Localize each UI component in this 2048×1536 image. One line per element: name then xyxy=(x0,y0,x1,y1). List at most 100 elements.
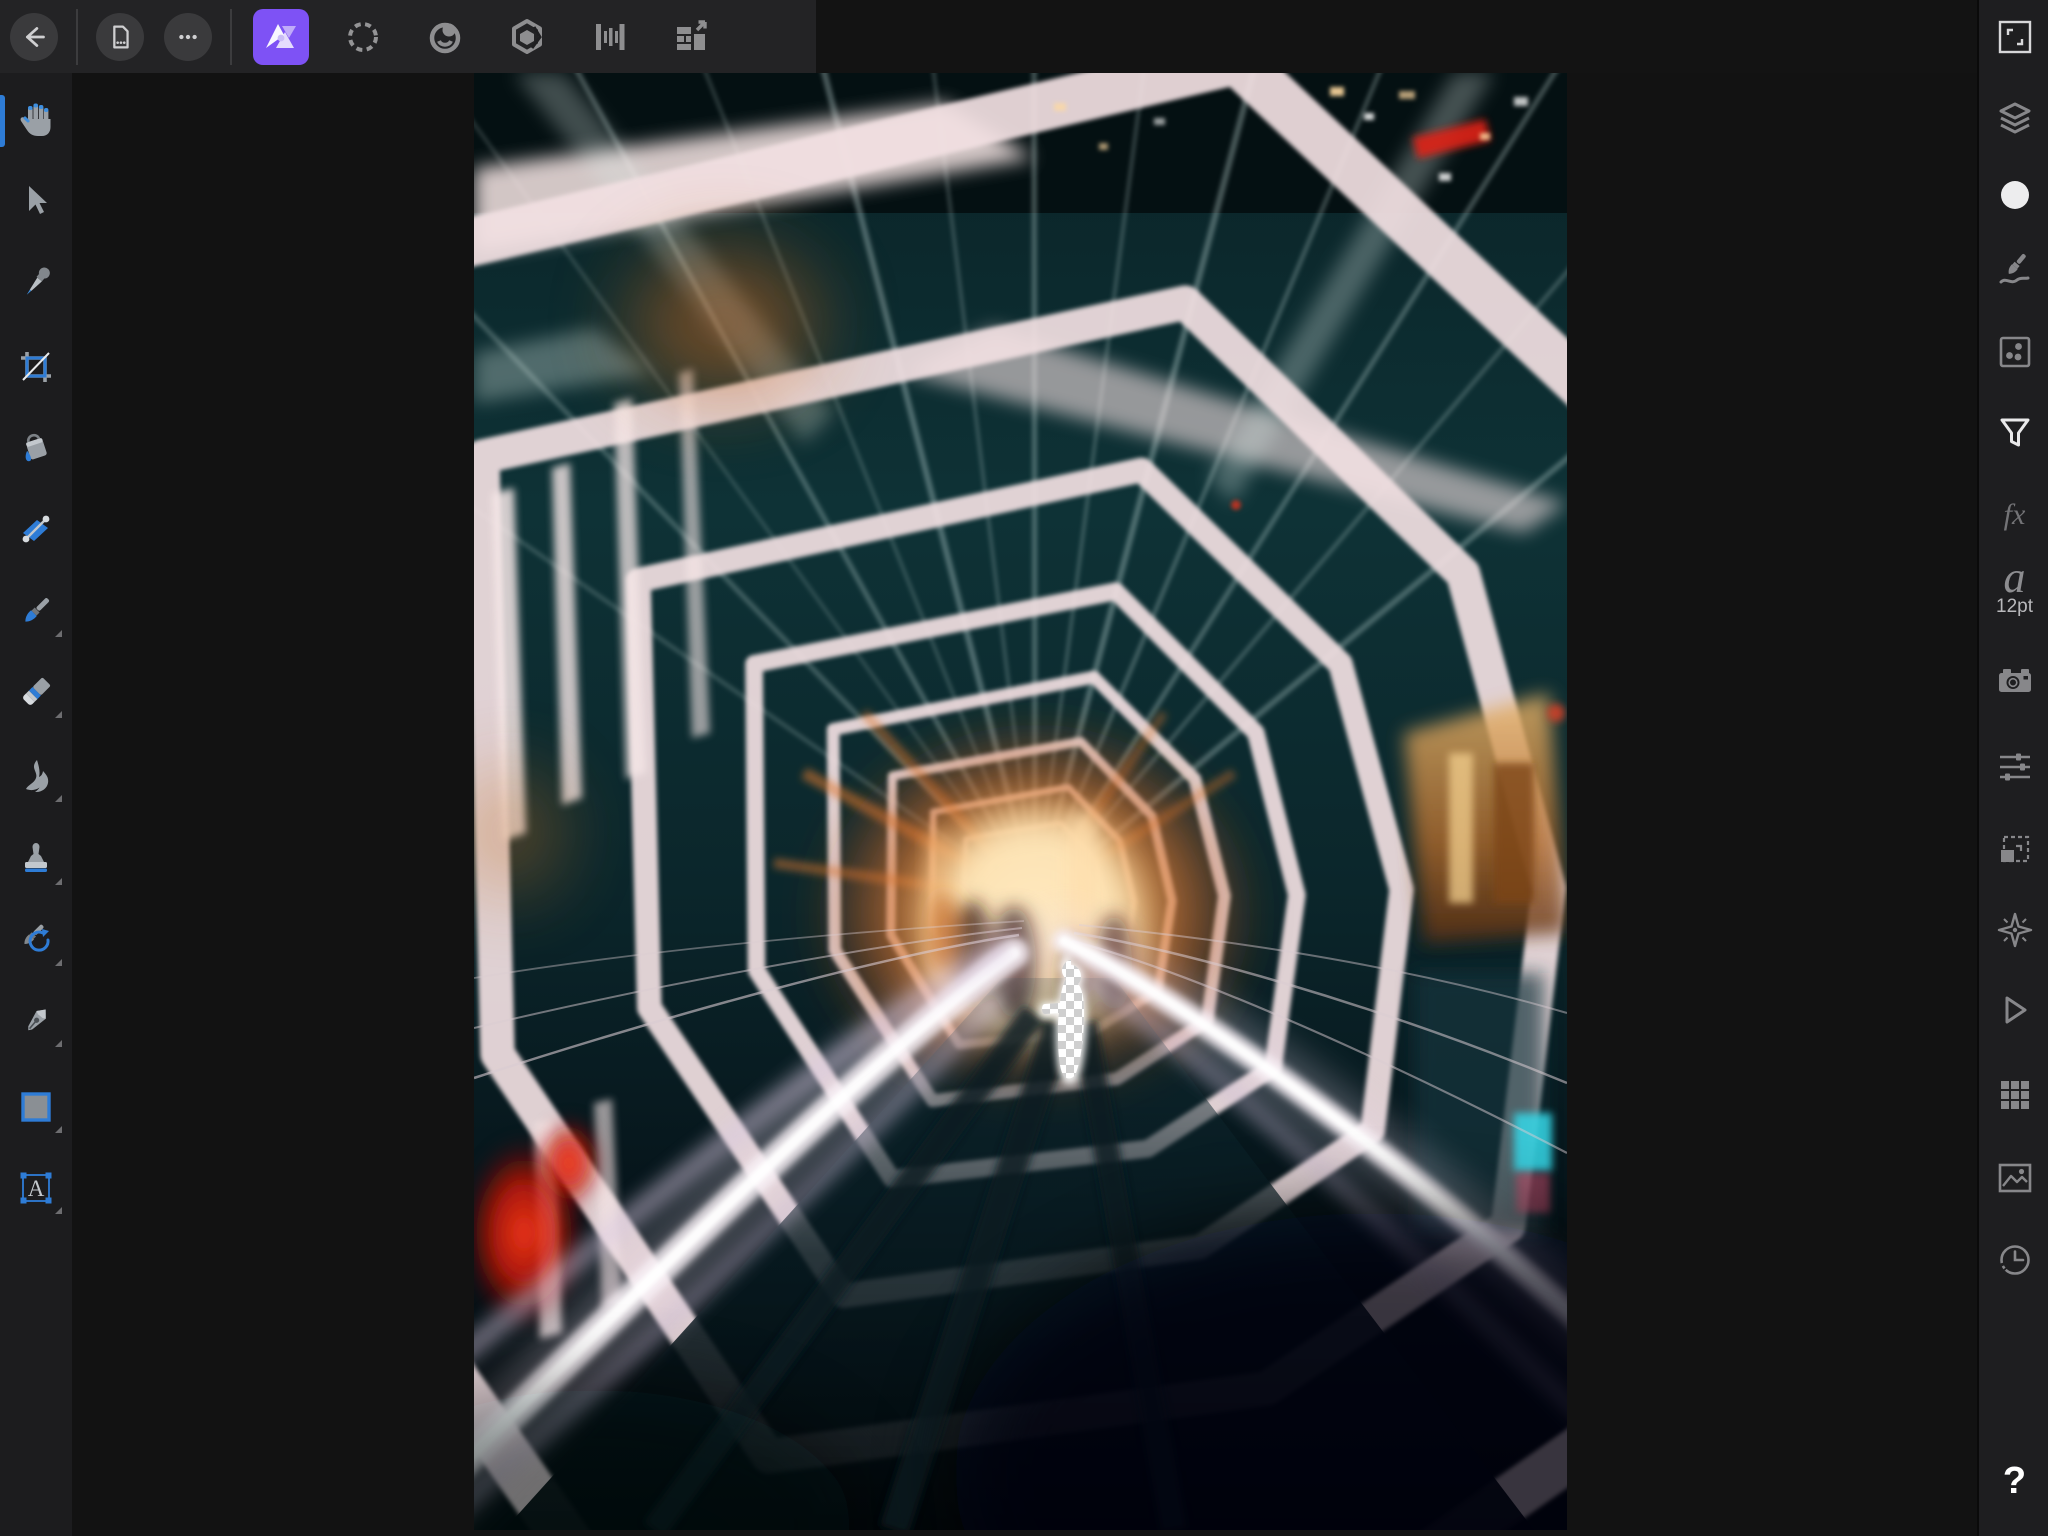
persona-photo[interactable] xyxy=(253,9,309,65)
persona-liquify[interactable] xyxy=(417,9,473,65)
navigator-star-icon xyxy=(1993,908,2037,952)
tool-gradient[interactable] xyxy=(8,502,64,558)
crop-frame-icon xyxy=(15,346,57,388)
top-toolbar xyxy=(0,0,816,73)
eyedropper-icon xyxy=(15,262,57,304)
flyout-indicator xyxy=(55,1040,62,1047)
persona-export[interactable] xyxy=(663,9,719,65)
type-size-label: 12pt xyxy=(1996,597,2033,616)
sliders-icon xyxy=(1994,746,2036,788)
orange-glow-upper-left xyxy=(629,248,819,398)
hand-icon xyxy=(15,99,57,141)
more-options-button[interactable] xyxy=(164,13,212,61)
photo-artwork xyxy=(474,73,1567,1530)
panel-swatches-grid[interactable] xyxy=(1992,1072,2038,1118)
clock-icon xyxy=(1994,1239,2036,1281)
ellipsis-icon xyxy=(171,20,205,54)
flyout-indicator xyxy=(55,1207,62,1214)
help-label: ? xyxy=(2003,1460,2026,1503)
panel-text-styles[interactable]: a 12pt xyxy=(1992,565,2038,611)
camera-icon xyxy=(1994,661,2036,703)
canvas-area[interactable] xyxy=(72,73,1977,1536)
flyout-indicator xyxy=(55,959,62,966)
corner-brackets-icon xyxy=(1996,18,2034,56)
tool-flood-fill[interactable] xyxy=(8,421,64,477)
canvas-bounds-button[interactable] xyxy=(1992,14,2038,60)
toolbar-divider xyxy=(76,9,78,65)
layers-icon xyxy=(1994,99,2036,141)
adjustments-icon xyxy=(1994,331,2036,373)
flyout-indicator xyxy=(55,711,62,718)
persona-tone-mapping[interactable] xyxy=(581,9,637,65)
brush-wave-icon xyxy=(1994,249,2036,291)
history-brush-icon xyxy=(15,919,57,961)
panel-layers[interactable] xyxy=(1992,97,2038,143)
affinity-photo-logo-icon xyxy=(258,14,304,60)
panel-layer-effects[interactable]: fx xyxy=(1992,492,2038,538)
play-icon xyxy=(1994,989,2036,1031)
liquify-blob-icon xyxy=(425,17,465,57)
paint-bucket-icon xyxy=(15,428,57,470)
panel-adjustments[interactable] xyxy=(1992,329,2038,375)
tool-color-picker[interactable] xyxy=(8,255,64,311)
eraser-icon xyxy=(15,671,57,713)
text-frame-icon: A xyxy=(15,1167,57,1209)
panel-color[interactable] xyxy=(1992,172,2038,218)
tool-erase[interactable] xyxy=(8,664,64,720)
type-glyph: a xyxy=(2004,560,2026,595)
panel-filters[interactable] xyxy=(1992,410,2038,456)
panel-history[interactable] xyxy=(1992,1237,2038,1283)
transform-icon xyxy=(1994,829,2036,871)
brush-icon xyxy=(15,590,57,632)
document-menu-button[interactable] xyxy=(96,13,144,61)
persona-selections[interactable] xyxy=(335,9,391,65)
export-layout-icon xyxy=(671,17,711,57)
tool-crop[interactable] xyxy=(8,339,64,395)
gradient-line-icon xyxy=(15,509,57,551)
tool-pen[interactable] xyxy=(8,993,64,1049)
toolbar-divider xyxy=(230,9,232,65)
fx-label: fx xyxy=(2004,498,2026,532)
persona-develop[interactable] xyxy=(499,9,555,65)
tool-view[interactable] xyxy=(8,92,64,148)
dashed-circle-icon xyxy=(343,17,383,57)
pen-nib-icon xyxy=(15,1000,57,1042)
tone-bars-icon xyxy=(589,17,629,57)
flyout-indicator xyxy=(55,878,62,885)
flyout-indicator xyxy=(55,1126,62,1133)
panel-transform[interactable] xyxy=(1992,827,2038,873)
help-button[interactable]: ? xyxy=(1992,1458,2038,1504)
flame-icon xyxy=(15,755,57,797)
tool-undo-brush[interactable] xyxy=(8,912,64,968)
tool-blur-smudge[interactable] xyxy=(8,748,64,804)
rectangle-icon xyxy=(15,1086,57,1128)
tool-text[interactable]: A xyxy=(8,1160,64,1216)
panel-stock-images[interactable] xyxy=(1992,1155,2038,1201)
svg-text:A: A xyxy=(28,1176,45,1201)
tools-toolbar: A xyxy=(0,73,72,1536)
photo-document[interactable] xyxy=(474,73,1567,1530)
flyout-indicator xyxy=(55,795,62,802)
document-icon xyxy=(103,20,137,54)
funnel-icon xyxy=(1994,412,2036,454)
develop-hexagon-icon xyxy=(507,17,547,57)
tool-paint-brush[interactable] xyxy=(8,583,64,639)
cursor-arrow-icon xyxy=(15,180,57,222)
flyout-indicator xyxy=(55,630,62,637)
selected-tool-indicator xyxy=(0,95,5,147)
back-button[interactable] xyxy=(10,13,58,61)
image-icon xyxy=(1994,1157,2036,1199)
panel-brushes[interactable] xyxy=(1992,247,2038,293)
tool-clone-stamp[interactable] xyxy=(8,831,64,887)
studio-sidebar: fx a 12pt xyxy=(1977,0,2048,1536)
tool-shape-rectangle[interactable] xyxy=(8,1079,64,1135)
arrow-left-icon xyxy=(17,20,51,54)
panel-sliders[interactable] xyxy=(1992,744,2038,790)
panel-macros[interactable] xyxy=(1992,987,2038,1033)
tool-move[interactable] xyxy=(8,173,64,229)
panel-channels[interactable] xyxy=(1992,659,2038,705)
stamp-icon xyxy=(15,838,57,880)
grid-icon xyxy=(1994,1074,2036,1116)
color-circle-icon xyxy=(1994,174,2036,216)
panel-navigator[interactable] xyxy=(1992,907,2038,953)
